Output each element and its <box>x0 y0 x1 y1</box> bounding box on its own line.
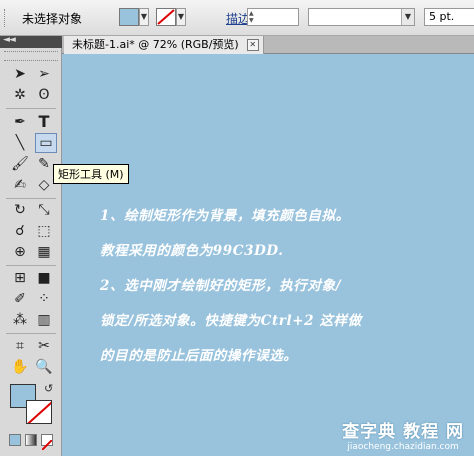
magic-wand-tool-icon[interactable]: ✲ <box>9 85 31 105</box>
watermark-url: jiaocheng.chazidian.com <box>347 442 459 452</box>
type-tool-icon[interactable]: T <box>33 112 55 132</box>
selection-status-label: 未选择对象 <box>22 12 83 26</box>
hand-tool-icon[interactable]: ✋ <box>9 357 31 377</box>
brush-size-field[interactable]: 5 pt. <box>424 8 474 26</box>
instruction-line: 1、绘制矩形作为背景，填充颜色自拟。 <box>100 208 350 224</box>
none-slash-icon <box>41 439 53 451</box>
fill-dropdown-arrow[interactable]: ▼ <box>139 8 149 26</box>
blob-brush-tool-icon[interactable]: ✍ <box>9 175 31 195</box>
chevron-down-icon: ▼ <box>401 9 414 25</box>
pen-tool-icon[interactable]: ✒ <box>9 112 31 132</box>
stroke-dropdown-arrow[interactable]: ▼ <box>176 8 186 26</box>
free-transform-tool-icon[interactable]: ⬚ <box>33 221 55 241</box>
watermark: 查字典 教程 网 jiaocheng.chazidian.com <box>342 417 464 452</box>
mesh-tool-icon[interactable]: ⊞ <box>9 268 31 288</box>
collapse-icon[interactable]: ◄◄ <box>3 35 16 45</box>
watermark-title: 查字典 教程 网 <box>342 422 464 442</box>
column-graph-tool-icon[interactable]: ▥ <box>33 310 55 330</box>
tools-divider <box>6 333 56 334</box>
lasso-tool-icon[interactable]: ʘ <box>33 85 55 105</box>
slice-tool-icon[interactable]: ✂ <box>33 336 55 356</box>
paintbrush-tool-icon[interactable]: 🖌 <box>9 154 31 174</box>
pencil-tool-icon[interactable]: ✎ <box>33 154 55 174</box>
perspective-grid-tool-icon[interactable]: ▦ <box>33 242 55 262</box>
stroke-weight-input[interactable]: ▲ ▼ <box>247 8 299 26</box>
tools-panel: ◄◄ ➤ ➢ ✲ ʘ ✒ T ╲ ▭ 🖌 ✎ ✍ ◇ ↻ ⤡ ☌ ⬚ ⊕ ▦ ⊞… <box>0 35 62 456</box>
none-mode-icon[interactable] <box>41 434 53 451</box>
symbol-sprayer-tool-icon[interactable]: ⁂ <box>9 310 31 330</box>
blend-tool-icon[interactable]: ⁘ <box>33 289 55 309</box>
gradient-tool-icon[interactable]: ■ <box>33 268 55 288</box>
instruction-text: 1、绘制矩形作为背景，填充颜色自拟。 教程采用的颜色为99C3DD. 2、选中刚… <box>100 199 470 374</box>
none-stroke-icon <box>157 9 175 25</box>
instruction-line: 的目的是防止后面的操作误选。 <box>100 348 298 364</box>
tools-panel-header[interactable]: ◄◄ <box>0 35 62 48</box>
line-segment-tool-icon[interactable]: ╲ <box>9 133 31 153</box>
zoom-tool-icon[interactable]: 🔍 <box>33 357 55 377</box>
variable-width-profile-dropdown[interactable]: ▼ <box>308 8 415 26</box>
stroke-weight-spinner[interactable]: ▲ ▼ <box>249 10 257 24</box>
tool-tooltip: 矩形工具 (M) <box>53 164 129 184</box>
instruction-line: 2、选中刚才绘制好的矩形，执行对象/ <box>100 278 342 294</box>
control-bar: 未选择对象 ▼ ▼ 描边: ▲ ▼ ▼ 5 pt. <box>0 0 474 36</box>
tools-divider <box>6 265 56 266</box>
document-tab[interactable]: 未标题-1.ai* @ 72% (RGB/预览) ✕ <box>64 36 264 54</box>
close-icon[interactable]: ✕ <box>246 39 259 51</box>
gradient-mode-icon[interactable] <box>25 434 37 446</box>
rotate-tool-icon[interactable]: ↻ <box>9 200 31 220</box>
rectangle-tool-icon[interactable]: ▭ <box>35 133 57 153</box>
tools-panel-grip[interactable] <box>4 51 58 61</box>
eraser-tool-icon[interactable]: ◇ <box>33 175 55 195</box>
shape-builder-tool-icon[interactable]: ⊕ <box>9 242 31 262</box>
tools-divider <box>6 108 56 109</box>
stroke-color-swatch[interactable] <box>156 8 176 26</box>
warp-tool-icon[interactable]: ☌ <box>9 221 31 241</box>
direct-selection-tool-icon[interactable]: ➢ <box>33 64 55 84</box>
artboard-tool-icon[interactable]: ⌗ <box>9 336 31 356</box>
document-tab-bar: 未标题-1.ai* @ 72% (RGB/预览) ✕ <box>62 36 474 54</box>
color-mode-icon[interactable] <box>9 434 21 446</box>
instruction-line: 教程采用的颜色为99C3DD. <box>100 243 284 259</box>
selection-tool-icon[interactable]: ➤ <box>9 64 31 84</box>
scale-tool-icon[interactable]: ⤡ <box>33 200 55 220</box>
stroke-color-box[interactable] <box>26 400 52 424</box>
artboard-canvas[interactable]: 1、绘制矩形作为背景，填充颜色自拟。 教程采用的颜色为99C3DD. 2、选中刚… <box>62 54 474 456</box>
control-bar-grip[interactable] <box>4 9 8 27</box>
swap-fill-stroke-icon[interactable]: ↺ <box>44 382 53 395</box>
eyedropper-tool-icon[interactable]: ✐ <box>9 289 31 309</box>
document-tab-title: 未标题-1.ai* @ 72% (RGB/预览) <box>72 38 239 51</box>
instruction-line: 锁定/所选对象。快捷键为Ctrl+2 这样做 <box>100 313 362 329</box>
fill-color-swatch[interactable] <box>119 8 139 26</box>
tools-divider <box>6 198 56 199</box>
